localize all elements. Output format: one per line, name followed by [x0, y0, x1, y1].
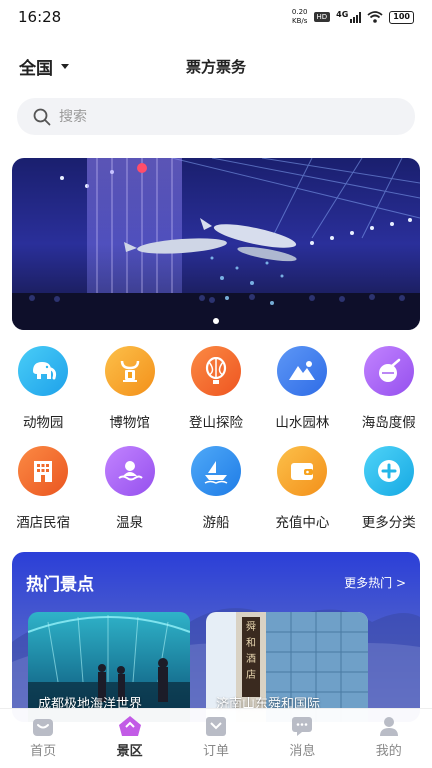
attraction-card[interactable]: 成都极地海洋世界 — [28, 612, 190, 722]
museum-icon — [104, 346, 155, 396]
carousel-dot[interactable] — [213, 318, 219, 324]
svg-text:和: 和 — [246, 637, 256, 649]
balloon-icon — [190, 346, 241, 396]
order-icon — [205, 717, 226, 736]
message-icon — [292, 717, 313, 736]
page-title: 票方票务 — [185, 58, 246, 76]
category-hotel[interactable]: 酒店民宿 — [3, 446, 83, 546]
tab-profile[interactable]: 我的 — [359, 715, 419, 759]
search-icon — [33, 108, 51, 125]
coconut-icon — [363, 346, 414, 396]
category-recharge[interactable]: 充值中心 — [262, 446, 342, 546]
search-bar[interactable] — [17, 98, 415, 135]
bottom-tab-bar: 首页 景区 订单 消息 我的 — [0, 708, 432, 768]
elephant-icon — [18, 346, 69, 396]
hot-section-title: 热门景点 — [26, 575, 94, 595]
svg-text:酒: 酒 — [246, 653, 256, 665]
category-row: 酒店民宿 温泉 游船 充值中心 更多分类 — [0, 446, 432, 546]
category-climbing[interactable]: 登山探险 — [176, 346, 256, 446]
plus-icon — [363, 446, 414, 496]
category-grid: 动物园 博物馆 登山探险 山水园林 海岛度假 酒店民宿 温泉 游船 充值中心 更… — [0, 346, 432, 546]
tab-scenic[interactable]: 景区 — [100, 715, 160, 759]
hd-icon: HD — [313, 12, 331, 22]
tab-orders[interactable]: 订单 — [186, 715, 246, 759]
carousel-indicator — [12, 318, 420, 324]
wallet-icon — [277, 446, 328, 496]
signal-icon — [350, 11, 362, 23]
attraction-card[interactable]: 舜和酒店 济南山东舜和国际 — [206, 612, 368, 722]
more-hot-link[interactable]: 更多热门 > — [344, 574, 406, 591]
net-speed: 0.20 KB/s — [291, 8, 308, 25]
network-type: 4G — [336, 10, 349, 19]
profile-icon — [379, 717, 398, 736]
search-input[interactable] — [59, 108, 359, 125]
category-more[interactable]: 更多分类 — [349, 446, 429, 546]
tab-messages[interactable]: 消息 — [272, 715, 332, 759]
header: 全国 票方票务 — [0, 46, 432, 86]
mountain-icon — [277, 346, 328, 396]
category-hot-spring[interactable]: 温泉 — [90, 446, 170, 546]
hotel-icon — [18, 446, 69, 496]
scenic-icon — [118, 716, 141, 736]
banner-carousel[interactable] — [12, 158, 420, 330]
status-time: 16:28 — [18, 8, 62, 26]
wifi-icon — [367, 11, 383, 23]
status-bar: 16:28 0.20 KB/s HD 4G 100 — [0, 0, 432, 34]
boat-icon — [190, 446, 241, 496]
svg-text:舜: 舜 — [246, 620, 256, 633]
category-landscape[interactable]: 山水园林 — [262, 346, 342, 446]
category-row: 动物园 博物馆 登山探险 山水园林 海岛度假 — [0, 346, 432, 446]
svg-text:店: 店 — [246, 668, 256, 681]
hot-spring-icon — [104, 446, 155, 496]
category-island[interactable]: 海岛度假 — [349, 346, 429, 446]
banner-image — [12, 158, 420, 330]
hot-attractions-section: 热门景点 更多热门 > 成都极地海洋世界 舜 和 酒 店 济南山东舜和国际 — [12, 552, 420, 722]
category-museum[interactable]: 博物馆 — [90, 346, 170, 446]
category-boat[interactable]: 游船 — [176, 446, 256, 546]
tab-home[interactable]: 首页 — [13, 715, 73, 759]
status-icons: 0.20 KB/s HD 4G 100 — [292, 8, 414, 26]
battery-icon: 100 — [389, 10, 414, 24]
home-icon — [33, 719, 54, 736]
category-zoo[interactable]: 动物园 — [3, 346, 83, 446]
